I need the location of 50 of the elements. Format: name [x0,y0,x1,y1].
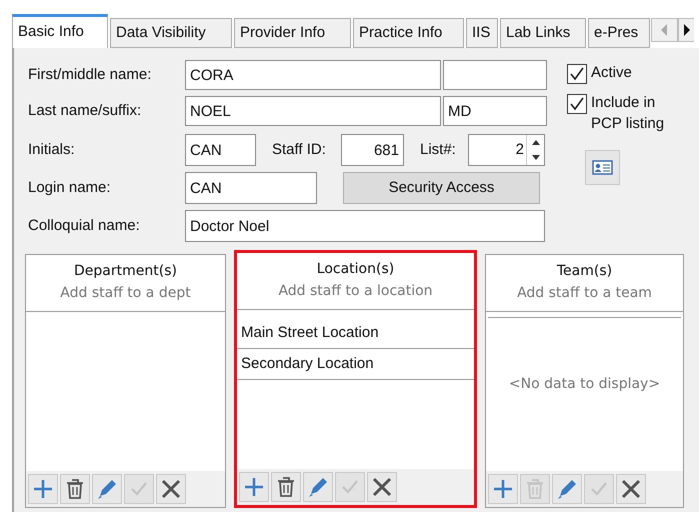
field-label: List#: [420,140,457,160]
list-item[interactable]: Main Street Location [237,318,474,349]
tab[interactable]: Practice Info [353,18,464,48]
plus-icon[interactable] [488,474,518,504]
panel-hint: Add staff to a dept [59,284,192,303]
field-label: Staff ID: [272,140,327,160]
input-field[interactable]: 681 [341,134,404,166]
pencil-icon[interactable] [552,474,582,504]
pencil-icon[interactable] [303,472,333,502]
input-field[interactable]: CAN [185,134,256,166]
checkbox-label: Active [591,63,632,83]
input-field[interactable]: NOEL [185,96,441,126]
checkbox[interactable] [567,94,587,114]
checkbox-label: Include in PCP listing [591,93,666,134]
panel-title: Team(s) [556,262,614,281]
tab[interactable]: IIS [466,18,498,48]
security-access-button[interactable]: Security Access [343,172,540,204]
pencil-icon[interactable] [92,474,122,504]
field-label: Colloquial name: [28,216,141,236]
panel-title: Department(s) [73,262,178,281]
tab[interactable]: Data Visibility [110,18,232,48]
tab[interactable]: e-Pres [588,18,650,48]
field-label: Login name: [28,178,112,198]
input-field[interactable]: CORA [185,60,441,90]
field-label: Initials: [28,140,76,160]
empty-message: <No data to display> [508,375,660,394]
tab[interactable]: Provider Info [234,18,351,48]
input-field[interactable]: CAN [185,172,317,204]
close-icon[interactable] [616,474,646,504]
input-field[interactable]: Doctor Noel [185,210,545,242]
list-item[interactable]: Secondary Location [237,349,474,380]
field-label: First/middle name: [28,64,152,85]
trash-icon[interactable] [60,474,90,504]
panel-hint: Add staff to a team [516,284,653,303]
contact-card-icon[interactable] [585,150,620,185]
plus-icon[interactable] [239,472,269,502]
plus-icon[interactable] [28,474,58,504]
scroll-right-icon[interactable] [678,18,694,42]
tab[interactable]: Basic Info [12,14,108,48]
input-field[interactable] [443,60,547,90]
spin-box[interactable]: 2 [468,134,545,166]
tab[interactable]: Lab Links [500,18,586,48]
panel-title: Location(s) [316,260,396,279]
close-icon[interactable] [156,474,186,504]
field-label: Last name/suffix: [28,100,142,121]
input-field[interactable]: MD [443,96,547,126]
panel-hint: Add staff to a location [277,282,434,301]
trash-icon[interactable] [271,472,301,502]
checkbox[interactable] [567,64,587,84]
close-icon[interactable] [367,472,397,502]
